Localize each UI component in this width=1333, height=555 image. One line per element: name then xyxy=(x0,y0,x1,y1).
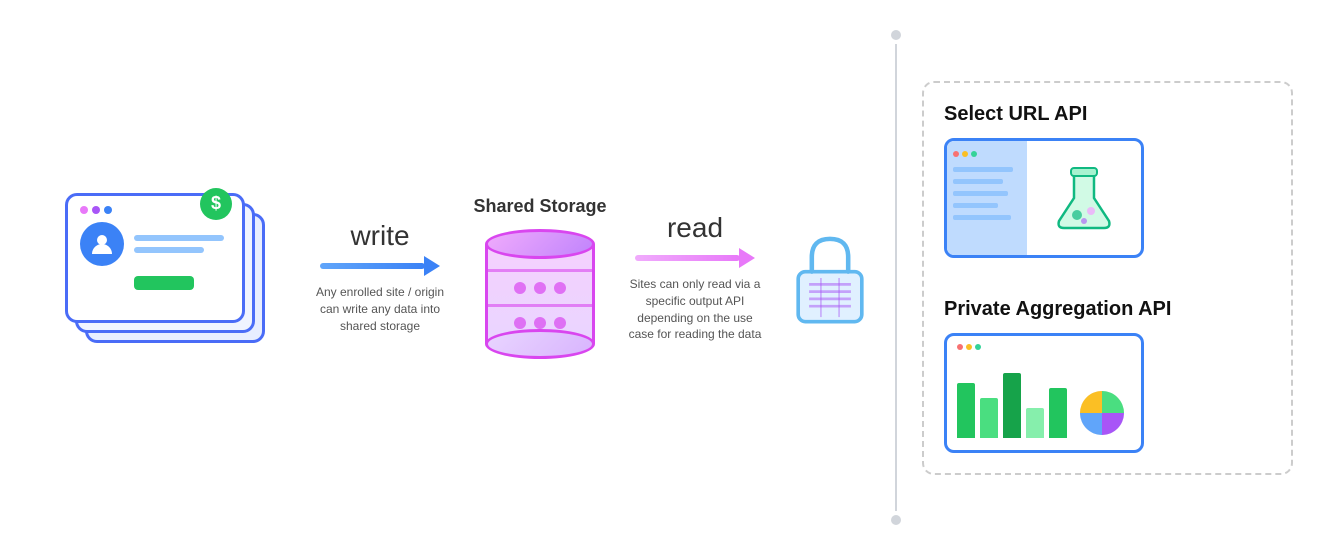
db-dot-3 xyxy=(554,282,566,294)
api-line-4 xyxy=(953,203,998,208)
dot-purple xyxy=(92,206,100,214)
bar-5 xyxy=(1049,388,1067,438)
db-dot-1 xyxy=(514,282,526,294)
api-dot-red xyxy=(953,151,959,157)
card-button xyxy=(134,276,194,290)
money-icon: $ xyxy=(200,188,232,220)
vdiv-line xyxy=(895,44,897,511)
card-dots xyxy=(80,206,112,214)
bar-2 xyxy=(980,398,998,438)
read-arrow-section: read Sites can only read via a specific … xyxy=(620,212,770,343)
select-url-api-title: Select URL API xyxy=(944,103,1087,126)
db-dot-row-1 xyxy=(488,282,592,294)
read-arrow xyxy=(635,248,755,268)
card-front: $ xyxy=(65,193,245,323)
vdiv-dot-bottom xyxy=(891,515,901,525)
bar-3 xyxy=(1003,373,1021,438)
shared-storage-section: Shared Storage xyxy=(460,196,620,359)
db-dot-6 xyxy=(554,317,566,329)
field-line-2 xyxy=(134,247,204,253)
pie-chart xyxy=(1077,388,1127,438)
bar-1 xyxy=(957,383,975,438)
flask-svg xyxy=(1049,163,1119,233)
pa-dot-yellow xyxy=(966,344,972,350)
dot-blue xyxy=(104,206,112,214)
api-card-right-panel xyxy=(1027,141,1141,255)
card-body xyxy=(80,222,230,266)
db-stripe-2 xyxy=(485,304,595,307)
read-description: Sites can only read via a specific outpu… xyxy=(625,276,765,343)
shared-storage-title: Shared Storage xyxy=(473,196,606,217)
db-bottom xyxy=(485,329,595,359)
select-url-api-card xyxy=(944,138,1144,258)
lock-section xyxy=(770,228,890,328)
db-dot-2 xyxy=(534,282,546,294)
pa-dot-green xyxy=(975,344,981,350)
private-aggregation-api-item: Private Aggregation API xyxy=(944,298,1271,453)
bar-4 xyxy=(1026,408,1044,438)
private-aggregation-api-title: Private Aggregation API xyxy=(944,298,1171,321)
api-dot-yellow xyxy=(962,151,968,157)
database-cylinder xyxy=(485,229,595,359)
api-line-2 xyxy=(953,179,1003,184)
lock-icon xyxy=(785,228,875,328)
enrolled-site-section: $ xyxy=(40,193,300,363)
vertical-divider xyxy=(895,20,897,535)
db-stripe-1 xyxy=(485,269,595,272)
api-line-5 xyxy=(953,215,1011,220)
right-panel: Select URL API xyxy=(922,81,1293,475)
db-dot-row-2 xyxy=(488,317,592,329)
db-dot-4 xyxy=(514,317,526,329)
field-line-1 xyxy=(134,235,224,241)
dot-pink xyxy=(80,206,88,214)
db-dot-5 xyxy=(534,317,546,329)
private-aggregation-api-card xyxy=(944,333,1144,453)
read-label: read xyxy=(667,212,723,244)
main-diagram: $ write Any enrolled site / origin can w… xyxy=(0,0,1333,555)
write-arrow-section: write Any enrolled site / origin can wri… xyxy=(300,220,460,334)
db-top xyxy=(485,229,595,259)
select-url-api-item: Select URL API xyxy=(944,103,1271,258)
api-card-dots xyxy=(953,151,1021,157)
api-card-left-panel xyxy=(947,141,1027,255)
pa-dot-red xyxy=(957,344,963,350)
avatar-circle xyxy=(80,222,124,266)
site-cards-stack: $ xyxy=(65,193,275,353)
write-label: write xyxy=(350,220,409,252)
write-description: Any enrolled site / origin can write any… xyxy=(310,284,450,334)
bar-chart xyxy=(957,362,1131,442)
api-line-3 xyxy=(953,191,1008,196)
api-line-1 xyxy=(953,167,1013,172)
api-list: Select URL API xyxy=(944,103,1271,453)
write-arrow xyxy=(320,256,440,276)
api-dot-green xyxy=(971,151,977,157)
pa-card-dots xyxy=(957,344,1131,350)
vdiv-dot-top xyxy=(891,30,901,40)
card-fields xyxy=(134,235,230,253)
